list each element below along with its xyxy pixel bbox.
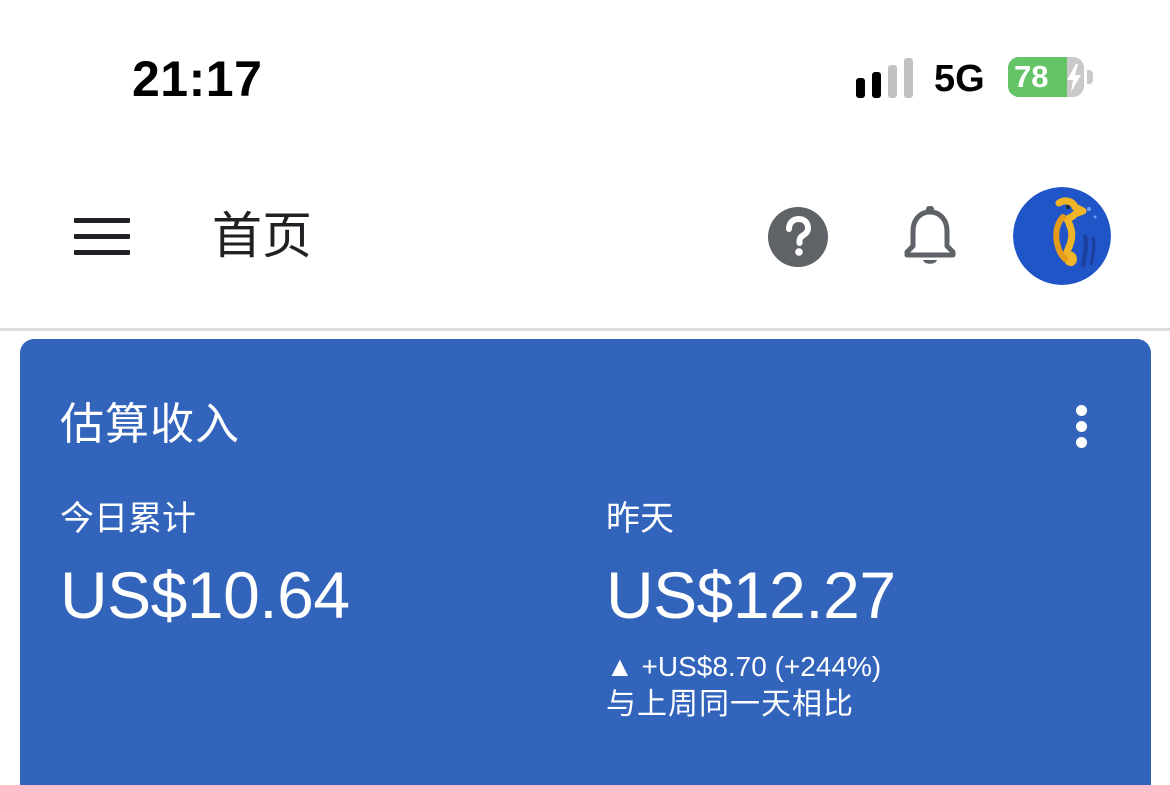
menu-icon[interactable] [74, 218, 130, 256]
signal-strength-icon [856, 58, 913, 98]
status-time: 21:17 [132, 51, 263, 107]
change-row: ▲ +US$8.70 (+244%) [606, 649, 881, 685]
more-options-icon[interactable] [1068, 405, 1096, 449]
user-avatar[interactable] [1013, 187, 1111, 285]
yesterday-label: 昨天 [606, 500, 674, 538]
app-bar-divider [0, 328, 1170, 331]
today-label: 今日累计 [60, 500, 196, 538]
comparison-note: 与上周同一天相比 [606, 688, 854, 721]
page-title: 首页 [212, 208, 312, 264]
battery-indicator: 78 [1008, 57, 1094, 99]
charging-bolt-icon [1067, 64, 1081, 92]
help-icon[interactable] [768, 207, 828, 267]
card-title: 估算收入 [60, 400, 240, 449]
today-value: US$10.64 [60, 558, 350, 632]
network-type: 5G [934, 58, 985, 100]
estimated-earnings-card[interactable]: 估算收入 今日累计 US$10.64 昨天 US$12.27 ▲ +US$8.7… [20, 339, 1151, 785]
notifications-bell-icon[interactable] [900, 204, 960, 268]
change-amount: +US$8.70 (+244%) [641, 651, 882, 682]
battery-percent: 78 [1014, 59, 1049, 94]
up-arrow-icon: ▲ [606, 651, 634, 682]
yesterday-value: US$12.27 [606, 558, 896, 632]
battery-nub [1087, 70, 1093, 84]
app-screen: 21:17 5G 78 首页 估算收入 今日累计 US$10.64 昨天 US$… [0, 0, 1170, 785]
battery-body: 78 [1008, 57, 1084, 97]
